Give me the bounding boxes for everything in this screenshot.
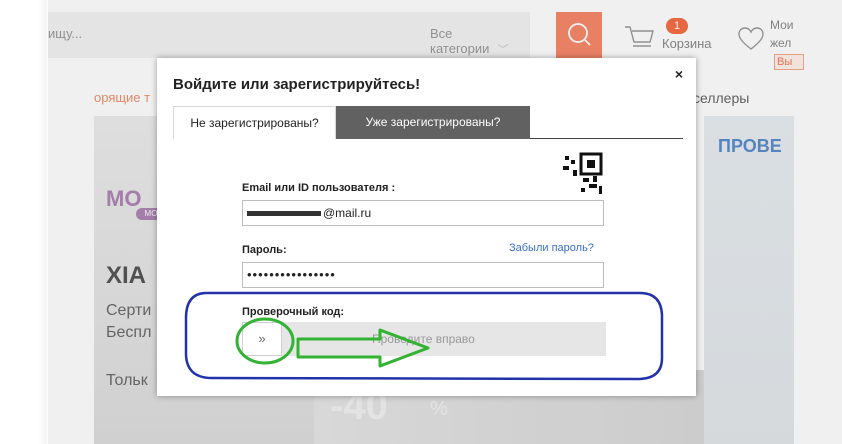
slider-hint: Проведите вправо	[372, 332, 475, 346]
close-icon: ×	[674, 66, 684, 82]
masked-text	[247, 211, 321, 217]
slider-handle[interactable]: »	[242, 322, 282, 356]
password-label: Пароль:	[242, 244, 287, 256]
email-field[interactable]: @mail.ru	[242, 200, 604, 226]
captcha-slider[interactable]: » Проведите вправо	[242, 322, 606, 356]
email-label: Email или ID пользователя :	[242, 182, 396, 194]
tab-registered[interactable]: Уже зарегистрированы?	[336, 106, 530, 139]
page-left-margin	[0, 0, 48, 444]
modal-title: Войдите или зарегистрируйтесь!	[173, 76, 421, 93]
tab-not-registered[interactable]: Не зарегистрированы?	[173, 106, 336, 139]
login-modal: Войдите или зарегистрируйтесь! × Не заре…	[157, 58, 696, 396]
qr-code-icon[interactable]	[559, 152, 603, 196]
close-button[interactable]: ×	[671, 66, 687, 82]
email-value: @mail.ru	[323, 206, 372, 220]
login-tabs: Не зарегистрированы? Уже зарегистрирован…	[173, 106, 683, 139]
forgot-password-link[interactable]: Забыли пароль?	[509, 242, 594, 254]
password-value: ••••••••••••••••	[247, 267, 336, 282]
captcha-label: Проверочный код:	[242, 306, 345, 318]
double-chevron-right-icon: »	[258, 331, 266, 346]
password-field[interactable]: ••••••••••••••••	[242, 262, 604, 288]
